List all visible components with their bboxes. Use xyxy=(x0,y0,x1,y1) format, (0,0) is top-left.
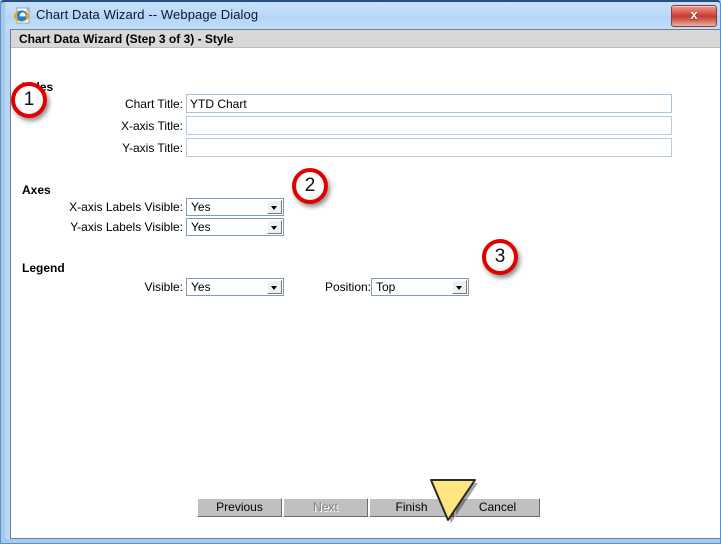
step-header-bar: Chart Data Wizard (Step 3 of 3) - Style xyxy=(11,30,720,48)
legend-visible-label: Visible: xyxy=(144,280,183,294)
legend-position-label: Position: xyxy=(324,280,371,294)
legend-visible-select[interactable]: Yes xyxy=(186,278,284,296)
chart-title-label: Chart Title: xyxy=(124,97,183,111)
next-button: Next xyxy=(283,498,368,517)
chart-title-input[interactable] xyxy=(186,94,672,113)
y-axis-labels-visible-value: Yes xyxy=(191,220,211,234)
x-axis-title-input[interactable] xyxy=(186,116,672,135)
legend-visible-value: Yes xyxy=(191,280,211,294)
x-axis-labels-visible-label: X-axis Labels Visible: xyxy=(69,200,183,214)
annotation-marker-3: 3 xyxy=(482,239,518,275)
section-heading-legend: Legend xyxy=(22,261,65,275)
legend-position-select[interactable]: Top xyxy=(371,278,469,296)
annotation-marker-2-number: 2 xyxy=(304,174,316,196)
legend-position-value: Top xyxy=(376,280,396,294)
section-heading-axes: Axes xyxy=(22,183,51,197)
annotation-marker-3-number: 3 xyxy=(494,245,506,267)
internet-explorer-icon xyxy=(13,7,31,24)
close-icon: x xyxy=(690,7,698,22)
y-axis-labels-visible-label: Y-axis Labels Visible: xyxy=(70,220,183,234)
finish-button[interactable]: Finish xyxy=(369,498,454,517)
window-title: Chart Data Wizard -- Webpage Dialog xyxy=(36,7,259,22)
annotation-marker-1: 1 xyxy=(11,82,47,118)
cancel-button[interactable]: Cancel xyxy=(455,498,540,517)
x-axis-labels-visible-value: Yes xyxy=(191,200,211,214)
annotation-marker-1-number: 1 xyxy=(23,88,35,110)
chevron-down-icon[interactable] xyxy=(267,280,282,294)
chevron-down-icon[interactable] xyxy=(267,220,282,234)
step-header-label: Chart Data Wizard (Step 3 of 3) - Style xyxy=(19,32,234,46)
chevron-down-icon[interactable] xyxy=(452,280,467,294)
x-axis-title-label: X-axis Title: xyxy=(120,119,183,133)
x-axis-labels-visible-select[interactable]: Yes xyxy=(186,198,284,216)
y-axis-title-label: Y-axis Title: xyxy=(122,141,183,155)
dialog-content: Chart Data Wizard (Step 3 of 3) - Style … xyxy=(10,29,721,539)
chevron-down-icon[interactable] xyxy=(267,200,282,214)
close-button[interactable]: x xyxy=(671,5,717,27)
annotation-marker-2: 2 xyxy=(292,168,328,204)
y-axis-title-input[interactable] xyxy=(186,138,672,157)
dialog-window: Chart Data Wizard -- Webpage Dialog x Ch… xyxy=(0,0,721,544)
title-bar: Chart Data Wizard -- Webpage Dialog x xyxy=(6,2,721,29)
previous-button[interactable]: Previous xyxy=(197,498,282,517)
y-axis-labels-visible-select[interactable]: Yes xyxy=(186,218,284,236)
